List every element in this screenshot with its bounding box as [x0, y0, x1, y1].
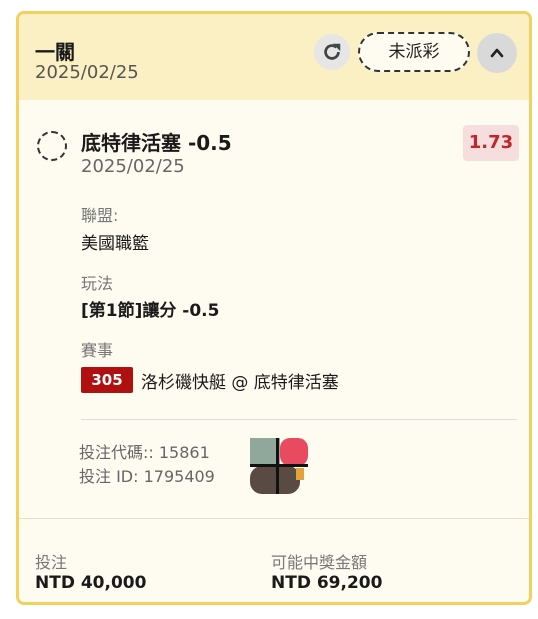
league-label: 聯盟: — [81, 206, 119, 225]
payout-label: 可能中獎金額 — [271, 553, 368, 572]
bet-date: 2025/02/25 — [35, 62, 139, 83]
payout-value: NTD 69,200 — [271, 573, 383, 593]
odds-badge: 1.73 — [463, 125, 519, 161]
bet-type-title: 一關 — [35, 40, 75, 64]
bet-slip-card: 一關 2025/02/25 未派彩 底特律活塞 -0.5 2025/02/25 … — [16, 11, 532, 605]
bet-id: 投注 ID: 1795409 — [79, 467, 215, 486]
event-label: 賽事 — [81, 341, 114, 360]
status-badge: 未派彩 — [358, 32, 470, 72]
divider — [81, 419, 517, 420]
selection-date: 2025/02/25 — [81, 156, 185, 177]
market-label: 玩法 — [81, 274, 114, 293]
collapse-button[interactable] — [477, 33, 517, 73]
market-value: [第1節]讓分 -0.5 — [81, 301, 220, 321]
selection-name: 底特律活塞 -0.5 — [81, 131, 232, 155]
stake-label: 投注 — [35, 553, 68, 572]
league-value: 美國職籃 — [81, 234, 149, 254]
card-footer: 投注 NTD 40,000 可能中獎金額 NTD 69,200 — [19, 518, 529, 602]
selection-radio[interactable] — [37, 131, 67, 161]
redaction-sticker — [250, 438, 308, 494]
card-header: 一關 2025/02/25 未派彩 — [19, 14, 529, 100]
stake-value: NTD 40,000 — [35, 573, 147, 593]
refresh-icon — [324, 43, 341, 60]
chevron-up-icon — [490, 48, 504, 58]
bet-code: 投注代碼:: 15861 — [79, 443, 210, 462]
event-value: 洛杉磯快艇 @ 底特律活塞 — [141, 373, 339, 393]
refresh-button[interactable] — [314, 34, 350, 70]
event-number-badge: 305 — [81, 367, 133, 393]
